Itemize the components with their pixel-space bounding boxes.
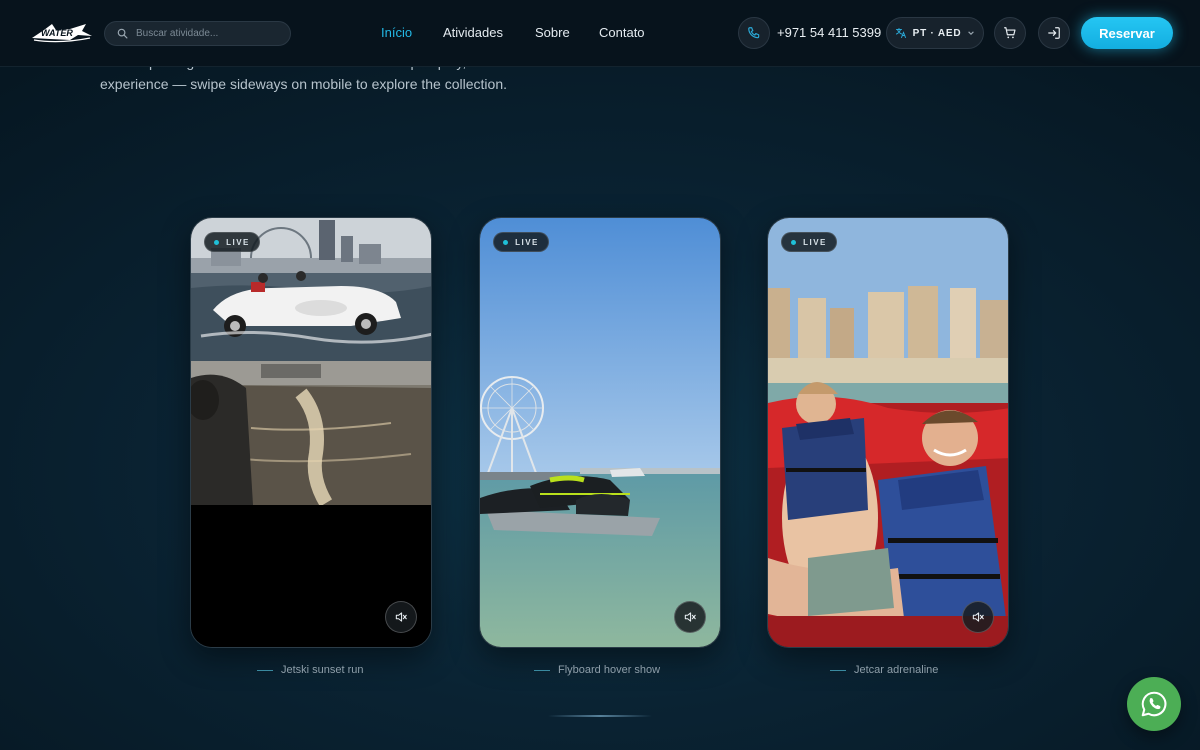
search-input[interactable] xyxy=(136,28,276,39)
intro-text-container: Each clip is a genuine moment from our f… xyxy=(0,67,1200,127)
phone-number[interactable]: +971 54 411 5399 xyxy=(777,25,881,40)
svg-text:WATER: WATER xyxy=(41,28,73,38)
live-dot xyxy=(503,239,509,245)
card-caption: Jetski sunset run xyxy=(257,664,364,676)
video-card-flyboard[interactable]: LIVE xyxy=(479,217,721,648)
search-icon xyxy=(117,28,128,39)
search-bar[interactable] xyxy=(104,21,291,46)
video-thumbnail xyxy=(480,218,720,647)
video-card-jetski-sunset[interactable]: LIVE xyxy=(190,217,432,648)
nav-inicio[interactable]: Início xyxy=(381,25,412,40)
muted-speaker-icon xyxy=(395,612,407,622)
live-badge: LIVE xyxy=(204,232,260,252)
video-thumbnail xyxy=(768,218,1008,647)
live-dot xyxy=(214,239,220,245)
card-caption: Jetcar adrenaline xyxy=(830,664,938,676)
whatsapp-button[interactable] xyxy=(1127,677,1181,731)
brand-logo[interactable]: WATER xyxy=(30,20,94,46)
live-label: LIVE xyxy=(515,237,539,247)
mute-toggle-button[interactable] xyxy=(674,601,706,633)
live-label: LIVE xyxy=(226,237,250,247)
cart-button[interactable] xyxy=(994,17,1026,49)
phone-icon xyxy=(748,27,760,39)
video-thumbnail xyxy=(191,218,431,647)
reserve-button[interactable]: Reservar xyxy=(1081,17,1173,49)
mute-toggle-button[interactable] xyxy=(962,601,994,633)
muted-speaker-icon xyxy=(684,612,696,622)
language-label: PT · AED xyxy=(912,27,962,39)
mute-toggle-button[interactable] xyxy=(385,601,417,633)
caption-text: Jetcar adrenaline xyxy=(854,664,939,676)
cart-icon xyxy=(1004,27,1016,39)
video-card-jetcar[interactable]: LIVE xyxy=(767,217,1009,648)
live-label: LIVE xyxy=(803,237,827,247)
nav-atividades[interactable]: Atividades xyxy=(443,25,503,40)
login-icon xyxy=(1048,27,1060,39)
muted-speaker-icon xyxy=(972,612,984,622)
intro-text: Each clip is a genuine moment from our f… xyxy=(100,67,582,92)
caption-dash xyxy=(534,669,550,671)
language-currency-selector[interactable]: PT · AED xyxy=(886,17,984,49)
site-header: WATER Início Atividades Sobre Contato +9… xyxy=(0,0,1200,67)
carousel-scroll-indicator[interactable] xyxy=(548,715,652,717)
caption-text: Jetski sunset run xyxy=(281,664,364,676)
shark-logo-icon: WATER xyxy=(32,24,92,43)
card-caption: Flyboard hover show xyxy=(534,664,660,676)
phone-button[interactable] xyxy=(738,17,770,49)
chevron-down-icon xyxy=(968,31,975,35)
translate-icon xyxy=(895,28,906,38)
live-badge: LIVE xyxy=(781,232,837,252)
caption-text: Flyboard hover show xyxy=(558,664,661,676)
live-badge: LIVE xyxy=(493,232,549,252)
nav-contato[interactable]: Contato xyxy=(599,25,645,40)
whatsapp-icon xyxy=(1141,691,1167,717)
caption-dash xyxy=(830,669,846,671)
live-dot xyxy=(791,239,797,245)
nav-sobre[interactable]: Sobre xyxy=(535,25,570,40)
caption-dash xyxy=(257,669,273,671)
login-button[interactable] xyxy=(1038,17,1070,49)
